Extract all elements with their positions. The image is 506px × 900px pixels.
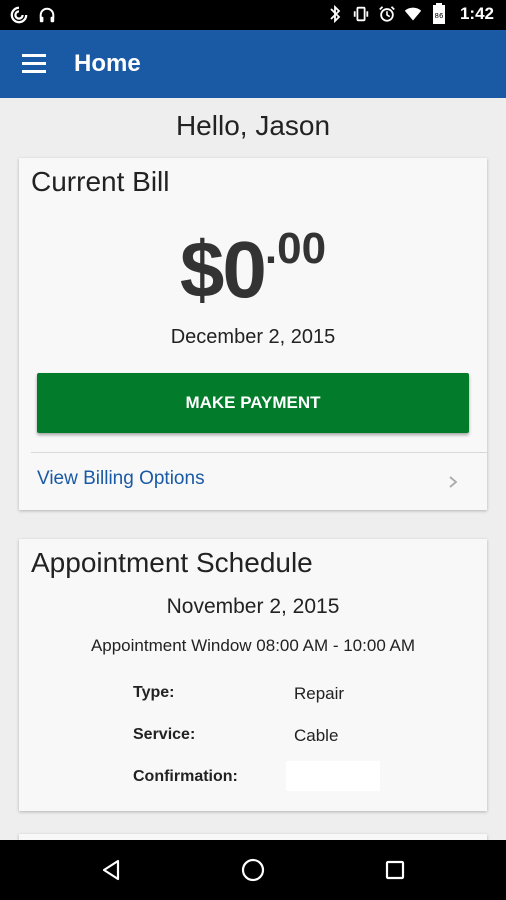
appointment-schedule-title: Appointment Schedule bbox=[31, 547, 313, 578]
battery-icon: 86 bbox=[430, 3, 448, 24]
bluetooth-icon bbox=[326, 4, 344, 24]
back-icon[interactable] bbox=[96, 855, 126, 885]
alarm-icon bbox=[378, 4, 396, 24]
recents-icon[interactable] bbox=[380, 855, 410, 885]
service-label: Service: bbox=[133, 726, 196, 743]
vibrate-icon bbox=[352, 4, 370, 24]
status-bar: 86 1:42 bbox=[0, 0, 506, 30]
appointment-schedule-card: Appointment Schedule November 2, 2015 Ap… bbox=[19, 539, 487, 811]
hamburger-menu-icon[interactable] bbox=[22, 54, 48, 74]
home-content[interactable]: Hello, Jason Current Bill $0.00 December… bbox=[0, 98, 506, 840]
bill-amount-cents: .00 bbox=[264, 224, 327, 273]
divider bbox=[31, 452, 487, 453]
current-bill-title: Current Bill bbox=[31, 166, 170, 197]
bill-due-date: December 2, 2015 bbox=[170, 326, 336, 348]
greeting-text: Hello, Jason bbox=[175, 110, 331, 141]
home-icon[interactable] bbox=[238, 855, 268, 885]
svg-text:86: 86 bbox=[435, 12, 444, 20]
current-bill-card: Current Bill $0.00 December 2, 2015 MAKE… bbox=[19, 158, 487, 510]
navigation-bar bbox=[0, 840, 506, 900]
clock-time: 1:42 bbox=[459, 4, 494, 23]
type-label: Type: bbox=[133, 684, 175, 701]
appointment-date: November 2, 2015 bbox=[166, 595, 340, 618]
confirmation-value bbox=[286, 761, 380, 791]
view-billing-options-link[interactable]: View Billing Options bbox=[37, 468, 205, 490]
headphones-icon bbox=[38, 5, 56, 25]
chevron-right-icon[interactable] bbox=[445, 474, 461, 490]
service-value: Cable bbox=[294, 726, 339, 745]
type-value: Repair bbox=[294, 684, 345, 703]
bill-amount: $0.00 bbox=[19, 224, 487, 316]
bill-amount-whole: $0 bbox=[179, 225, 267, 314]
wifi-icon bbox=[404, 4, 422, 24]
make-payment-button[interactable]: MAKE PAYMENT bbox=[37, 373, 469, 433]
appointment-window: Appointment Window 08:00 AM - 10:00 AM bbox=[90, 636, 416, 655]
sync-icon bbox=[10, 5, 28, 25]
confirmation-label: Confirmation: bbox=[133, 768, 238, 785]
page-title: Home bbox=[74, 50, 141, 77]
app-bar: Home bbox=[0, 30, 506, 98]
